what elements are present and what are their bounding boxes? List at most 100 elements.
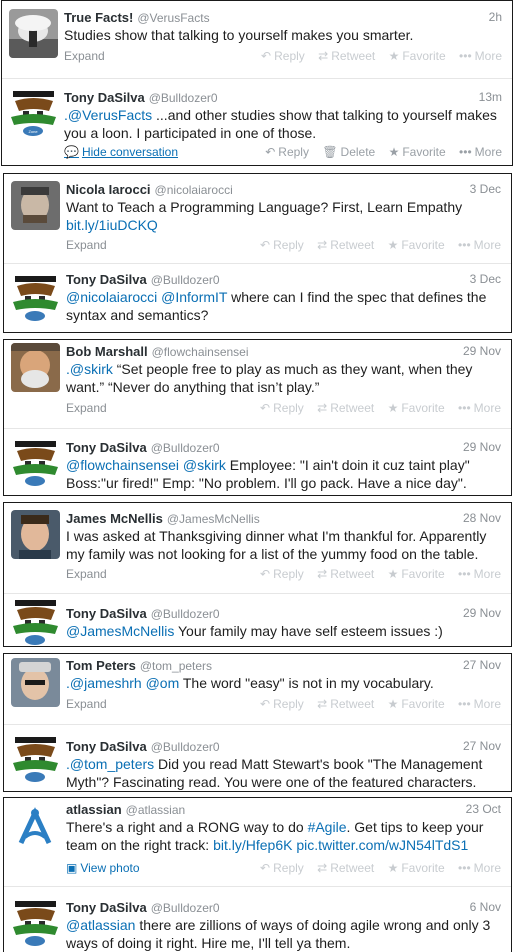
timestamp[interactable]: 23 Oct [466, 802, 501, 816]
timestamp[interactable]: 29 Nov [463, 344, 501, 358]
author-handle[interactable]: @tom_peters [140, 659, 212, 673]
expand-link[interactable]: Expand [64, 49, 105, 63]
author-name[interactable]: Nicola Iarocci [66, 182, 151, 197]
tweet-link[interactable]: bit.ly/1iuDCKQ [66, 217, 158, 233]
mention-link[interactable]: @nicolaiarocci @InformIT [66, 289, 227, 305]
bulldozer-avatar[interactable] [11, 274, 60, 323]
tweet-reply[interactable]: Zone Tony DaSilva @Bulldozer0 13m .@VerusF… [2, 78, 512, 165]
author-name[interactable]: Tony DaSilva [64, 90, 145, 105]
reply-button[interactable]: ↶ Reply [260, 567, 304, 581]
tweet-reply[interactable]: Tony DaSilva @Bulldozer0 3 Dec @nicolaiaro… [4, 263, 511, 332]
retweet-button[interactable]: ⇄ Retweet [317, 238, 374, 252]
retweet-button[interactable]: ⇄ Retweet [317, 567, 374, 581]
timestamp[interactable]: 27 Nov [463, 739, 501, 753]
tweet-mcnellis[interactable]: James McNellis @JamesMcNellis 28 Nov I was… [4, 503, 511, 593]
avatar[interactable] [11, 658, 60, 707]
avatar[interactable] [11, 803, 60, 852]
expand-link[interactable]: Expand [66, 401, 107, 415]
favorite-button[interactable]: ★ Favorite [388, 238, 445, 252]
tweet-reply[interactable]: Tony DaSilva @Bulldozer0 27 Nov .@tom_pete… [4, 724, 511, 791]
author-handle[interactable]: @flowchainsensei [152, 345, 249, 359]
author-name[interactable]: Tony DaSilva [66, 440, 147, 455]
author-name[interactable]: Bob Marshall [66, 344, 148, 359]
author-name[interactable]: Tony DaSilva [66, 272, 147, 287]
more-button[interactable]: ••• More [458, 697, 501, 711]
mention-link[interactable]: .@tom_peters [66, 756, 154, 772]
author-handle[interactable]: @atlassian [126, 803, 186, 817]
reply-button[interactable]: ↶ Reply [265, 145, 309, 159]
tweet-reply[interactable]: Tony DaSilva @Bulldozer0 29 Nov @flowchain… [4, 428, 511, 495]
more-button[interactable]: ••• More [458, 861, 501, 875]
author-handle[interactable]: @Bulldozer0 [149, 91, 218, 105]
author-name[interactable]: True Facts! [64, 10, 133, 25]
mention-link[interactable]: .@jameshrh @om [66, 675, 179, 691]
favorite-button[interactable]: ★ Favorite [388, 697, 445, 711]
favorite-button[interactable]: ★ Favorite [388, 861, 445, 875]
author-handle[interactable]: @JamesMcNellis [167, 512, 260, 526]
timestamp[interactable]: 29 Nov [463, 440, 501, 454]
bulldozer-avatar[interactable] [11, 899, 60, 948]
hashtag-link[interactable]: #Agile [308, 819, 347, 835]
favorite-button[interactable]: ★ Favorite [388, 401, 445, 415]
more-button[interactable]: ••• More [459, 145, 502, 159]
tweet-reply[interactable]: Tony DaSilva @Bulldozer0 6 Nov @atlassian … [4, 886, 511, 952]
expand-link[interactable]: Expand [66, 238, 107, 252]
author-name[interactable]: atlassian [66, 802, 122, 817]
author-handle[interactable]: @Bulldozer0 [151, 901, 220, 915]
avatar[interactable] [11, 181, 60, 230]
timestamp[interactable]: 27 Nov [463, 658, 501, 672]
author-name[interactable]: James McNellis [66, 511, 163, 526]
mention-link[interactable]: @JamesMcNellis [66, 623, 174, 639]
tweet-peters[interactable]: Tom Peters @tom_peters 27 Nov .@jameshrh @… [4, 654, 511, 724]
author-handle[interactable]: @Bulldozer0 [151, 607, 220, 621]
timestamp[interactable]: 3 Dec [470, 182, 501, 196]
author-name[interactable]: Tony DaSilva [66, 739, 147, 754]
mention-link[interactable]: .@VerusFacts [64, 107, 152, 123]
timestamp[interactable]: 3 Dec [470, 272, 501, 286]
delete-button[interactable]: 🗑 Delete [322, 145, 375, 159]
bulldozer-avatar[interactable]: Zone [9, 89, 58, 138]
author-handle[interactable]: @Bulldozer0 [151, 740, 220, 754]
timestamp[interactable]: 2h [489, 10, 502, 24]
reply-button[interactable]: ↶ Reply [261, 49, 305, 63]
mention-link[interactable]: @flowchainsensei @skirk [66, 457, 226, 473]
bulldozer-avatar[interactable] [11, 735, 60, 784]
hide-conversation-link[interactable]: 💬 Hide conversation [64, 145, 178, 159]
expand-link[interactable]: Expand [66, 567, 107, 581]
avatar[interactable] [11, 343, 60, 392]
more-button[interactable]: ••• More [459, 49, 502, 63]
avatar[interactable] [11, 510, 60, 559]
retweet-button[interactable]: ⇄ Retweet [317, 861, 374, 875]
author-handle[interactable]: @VerusFacts [137, 11, 209, 25]
author-handle[interactable]: @Bulldozer0 [151, 273, 220, 287]
retweet-button[interactable]: ⇄ Retweet [317, 401, 374, 415]
timestamp[interactable]: 13m [479, 90, 502, 104]
author-name[interactable]: Tom Peters [66, 658, 136, 673]
expand-link[interactable]: Expand [66, 697, 107, 711]
mention-link[interactable]: @atlassian [66, 917, 135, 933]
view-photo-link[interactable]: ▣ View photo [66, 861, 140, 875]
reply-button[interactable]: ↶ Reply [260, 697, 304, 711]
reply-button[interactable]: ↶ Reply [260, 861, 304, 875]
bulldozer-avatar[interactable] [11, 439, 60, 488]
bulldozer-avatar[interactable] [11, 598, 60, 646]
reply-button[interactable]: ↶ Reply [260, 401, 304, 415]
tweet-atlassian[interactable]: atlassian @atlassian 23 Oct There's a righ… [4, 798, 511, 886]
timestamp[interactable]: 29 Nov [463, 606, 501, 620]
reply-button[interactable]: ↶ Reply [260, 238, 304, 252]
tweet-true-facts[interactable]: True Facts! @VerusFacts 2h Studies show th… [2, 1, 512, 78]
favorite-button[interactable]: ★ Favorite [389, 49, 446, 63]
timestamp[interactable]: 28 Nov [463, 511, 501, 525]
favorite-button[interactable]: ★ Favorite [388, 567, 445, 581]
tweet-iarocci[interactable]: Nicola Iarocci @nicolaiarocci 3 Dec Want t… [4, 174, 511, 263]
author-name[interactable]: Tony DaSilva [66, 900, 147, 915]
mention-link[interactable]: .@skirk [66, 361, 113, 377]
author-handle[interactable]: @Bulldozer0 [151, 441, 220, 455]
retweet-button[interactable]: ⇄ Retweet [317, 697, 374, 711]
tweet-link[interactable]: bit.ly/Hfep6K pic.twitter.com/wJN54lTdS1 [213, 837, 468, 853]
author-name[interactable]: Tony DaSilva [66, 606, 147, 621]
more-button[interactable]: ••• More [458, 238, 501, 252]
more-button[interactable]: ••• More [458, 401, 501, 415]
timestamp[interactable]: 6 Nov [470, 900, 501, 914]
retweet-button[interactable]: ⇄ Retweet [318, 49, 375, 63]
